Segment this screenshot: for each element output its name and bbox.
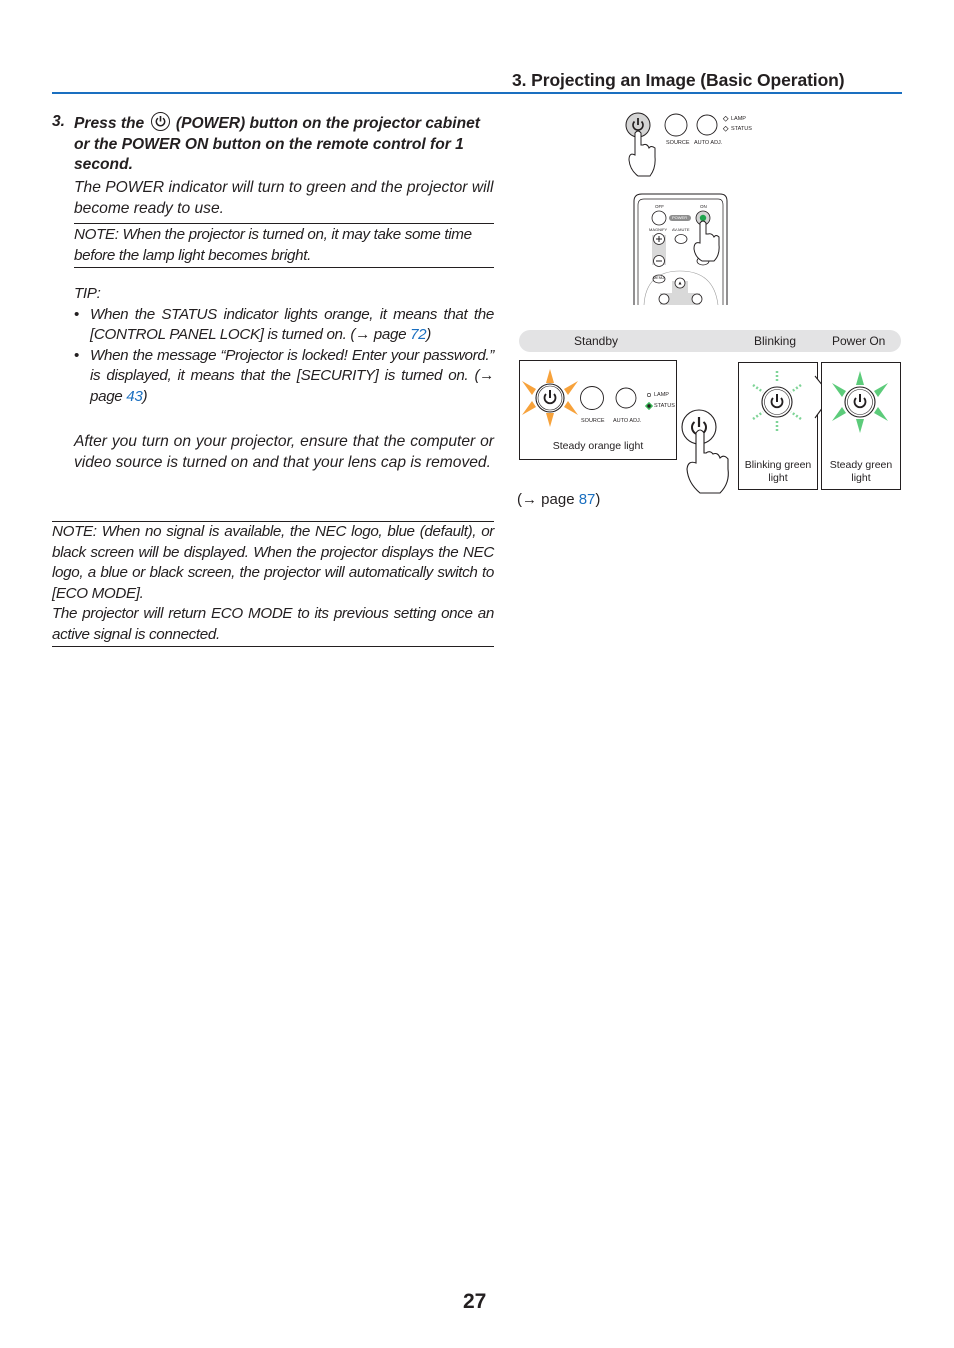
step-number: 3. [52,113,66,130]
auto-adj-label: AUTO ADJ. [694,140,723,146]
tip-bullet: When the message “Projector is locked! E… [74,346,494,408]
status-standby: Standby [574,334,619,348]
power-on-panel: Steady green light [821,362,901,490]
page-number: 27 [463,1290,487,1313]
power-indicator-paragraph: The POWER indicator will turn to green a… [74,179,494,217]
section-title: 3. Projecting an Image (Basic Operation) [512,70,845,90]
page-link-87[interactable]: 87 [579,491,596,508]
note-no-signal-line2: The projector will return ECO MODE to it… [52,605,494,643]
remote-av-mute-label: AV-MUTE [672,227,690,232]
standby-panel: SOURCE AUTO ADJ. LAMP STATUS Steady oran… [519,360,677,460]
remote-power-label: POWER [672,215,688,220]
steady-green-light-graphic [832,371,888,433]
cabinet-panel-graphic [625,112,729,177]
standby-status-label: STATUS [654,403,675,409]
power-icon [150,112,170,131]
status-power-on: Power On [832,334,886,348]
remote-control-graphic [633,193,728,305]
tip-block: TIP: When the STATUS indicator lights or… [74,284,494,407]
standby-source-label: SOURCE [581,418,605,424]
tip-bullet-text: When the message “Projector is locked! E… [90,346,494,405]
tip-bullet-close: ) [426,326,431,343]
hand-pressing-power [680,405,735,497]
header-rule [52,92,902,94]
page-ref-suffix: ) [595,491,601,508]
power-on-caption: Steady green light [829,459,893,484]
page-link-43[interactable]: 43 [126,388,143,405]
after-power-paragraph: After you turn on your projector, ensure… [74,433,494,471]
page-ref-prefix: (→ page [517,491,579,508]
page-link-72[interactable]: 72 [410,326,427,343]
standby-auto-adj-label: AUTO ADJ. [613,418,642,424]
blinking-green-light-graphic [752,371,802,433]
remote-control-illustration: OFF ON POWER MAGNIFY AV-MUTE MENU [632,193,730,305]
tip-label: TIP: [74,285,101,302]
remote-magnify-label: MAGNIFY [649,227,668,232]
standby-lamp-label: LAMP [654,392,669,398]
step-instruction: 3. Press the (POWER) button on the proje… [52,112,494,176]
standby-caption: Steady orange light [552,440,644,452]
lamp-label: LAMP [731,116,746,122]
source-label: SOURCE [666,140,690,146]
status-blinking: Blinking [754,334,797,348]
remote-on-label: ON [700,204,707,209]
page-reference: (→ page 87) [517,491,600,508]
remote-menu-label: MENU [653,276,665,280]
status-label: STATUS [731,126,752,132]
note-no-signal-line1: NOTE: When no signal is available, the N… [52,523,494,602]
note-lamp-warmup: NOTE: When the projector is turned on, i… [74,223,494,268]
remote-off-label: OFF [655,204,664,209]
tip-bullet: When the STATUS indicator lights orange,… [74,305,494,346]
tip-bullet-close: ) [142,387,148,405]
hand-press-graphic [681,409,729,494]
blinking-caption: Blinking green light [744,459,812,484]
step-text-before: Press the [74,115,145,132]
blinking-panel: Blinking green light [738,362,818,490]
cabinet-panel-illustration: SOURCE AUTO ADJ. LAMP STATUS [620,108,770,188]
note-no-signal: NOTE: When no signal is available, the N… [52,521,494,647]
tip-bullet-text: When the STATUS indicator lights orange,… [90,305,494,344]
indicator-status-bar: Standby Blinking Power On [519,330,901,352]
